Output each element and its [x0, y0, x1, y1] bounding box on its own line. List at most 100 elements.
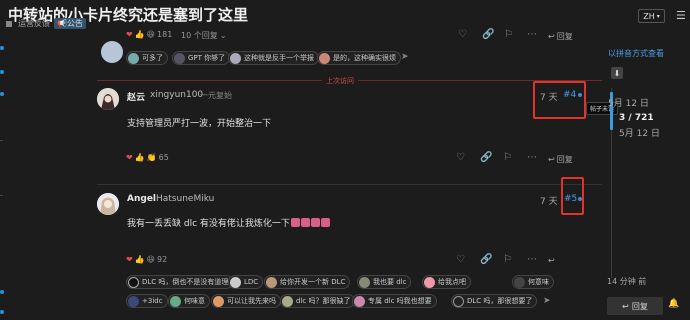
hamburger-menu-icon[interactable]: ☰: [676, 10, 688, 22]
reply-chip[interactable]: 何味意: [168, 294, 210, 308]
replies-count-label: 10 个回复: [181, 31, 218, 40]
reply-chip[interactable]: 何意味: [512, 275, 554, 289]
avatar: [174, 52, 185, 64]
download-icon[interactable]: ⬇: [611, 67, 623, 79]
reaction-summary[interactable]: ❤ 👍 😆 92: [126, 255, 167, 264]
avatar: [514, 276, 525, 288]
bookmark-icon[interactable]: ⚐: [504, 29, 513, 40]
avatar: [128, 52, 139, 64]
more-icon[interactable]: ⋯: [527, 254, 537, 265]
chevron-down-icon: ▾: [656, 12, 660, 20]
avatar: [230, 276, 241, 288]
breadcrumb-category[interactable]: 运营反馈: [18, 18, 50, 29]
send-icon[interactable]: ➤: [543, 296, 551, 306]
reply-chip-label: 可以让我先来吗: [227, 297, 276, 305]
notification-bell-icon[interactable]: 🔔: [668, 299, 682, 313]
reply-button[interactable]: ↩: [548, 256, 557, 265]
topic-header: 中转站的小卡片终究还是塞到了这里 运营反馈 📢公告 ZH ▾ ☰: [0, 0, 690, 34]
reply-chip[interactable]: LDC: [228, 275, 264, 289]
thumbs-up-icon: 👍: [134, 30, 145, 39]
avatar: [128, 276, 139, 288]
reply-chip[interactable]: DLC 吗，那很想要了: [451, 294, 538, 308]
reaction-summary[interactable]: ❤ 👍 😆 181: [126, 30, 172, 39]
sidebar-unread-dot: [0, 70, 4, 74]
avatar: [213, 295, 224, 307]
more-icon[interactable]: ⋯: [527, 29, 537, 40]
avatar: [359, 276, 370, 288]
post-time[interactable]: 7 天: [540, 194, 558, 207]
timeline-last-activity[interactable]: 14 分钟 前: [607, 276, 646, 287]
send-icon[interactable]: ➤: [401, 52, 409, 62]
link-icon[interactable]: 🔗: [480, 254, 492, 265]
chevron-down-icon: ⌄: [219, 31, 227, 40]
heart-outline-icon[interactable]: ♡: [456, 152, 465, 163]
breadcrumb-tag[interactable]: 📢公告: [54, 18, 86, 29]
topic-page: 中转站的小卡片终究还是塞到了这里 运营反馈 📢公告 ZH ▾ ☰ ❤ 👍 😆 1…: [0, 0, 690, 320]
heart-icon: ❤: [126, 30, 133, 39]
bookmark-icon[interactable]: ⚐: [503, 254, 512, 265]
timeline-position: 3 / 721: [619, 113, 654, 123]
post-username[interactable]: HatsuneMiku: [156, 194, 214, 204]
bookmark-icon[interactable]: ⚐: [503, 152, 512, 163]
link-icon[interactable]: 🔗: [482, 29, 494, 40]
language-label: ZH: [643, 11, 655, 21]
reply-chip[interactable]: 给我点吧: [422, 275, 471, 289]
post-body-text: 我有一丢丢缺 dlc 有没有佬让我炼化一下: [127, 219, 290, 229]
timeline-start-date[interactable]: 5月 12 日: [608, 96, 649, 109]
avatar: [266, 276, 277, 288]
reaction-count: 181: [157, 30, 173, 39]
reply-chip[interactable]: 给你开发一个新 DLC: [264, 275, 351, 289]
reply-chip[interactable]: +3idc: [126, 294, 168, 308]
avatar: [319, 52, 330, 64]
reply-button[interactable]: ↩ 回复: [548, 31, 573, 42]
reply-icon: ↩: [622, 301, 629, 311]
link-icon[interactable]: 🔗: [480, 152, 492, 163]
smile-icon: 😆: [146, 255, 156, 264]
heart-outline-icon[interactable]: ♡: [456, 254, 465, 265]
language-switcher[interactable]: ZH ▾: [638, 9, 665, 23]
avatar: [170, 295, 181, 307]
reaction-summary[interactable]: ❤ 👍 👏 65: [126, 153, 169, 162]
sidebar-unread-dot: [0, 46, 4, 50]
breadcrumb: 运营反馈 📢公告: [6, 18, 86, 29]
reply-chip-label: 给你开发一个新 DLC: [280, 278, 346, 286]
reply-chip[interactable]: GPT 你够了: [172, 51, 231, 65]
reply-chip[interactable]: 可以让我先来吗: [211, 294, 281, 308]
post-display-name[interactable]: 赵云: [127, 90, 145, 103]
reply-chip[interactable]: 我也要 dlc: [357, 275, 412, 289]
reply-chip[interactable]: 这种就是反手一个举报: [228, 51, 319, 65]
avatar-image: [97, 193, 119, 215]
heart-outline-icon[interactable]: ♡: [458, 29, 467, 40]
reply-label: 回复: [556, 155, 573, 164]
post-username[interactable]: xingyun100: [150, 90, 203, 100]
reply-chip-label: GPT 你够了: [188, 54, 226, 62]
emoji-icon: [290, 218, 300, 227]
avatar[interactable]: [97, 88, 119, 110]
clap-icon: 👏: [146, 153, 157, 162]
heart-icon: ❤: [126, 255, 133, 264]
reply-chip[interactable]: 专属 dlc 吗我也想要: [352, 294, 437, 308]
post-display-name[interactable]: Angel: [127, 194, 156, 204]
replies-toggle[interactable]: 10 个回复 ⌄: [181, 30, 226, 41]
reply-chip[interactable]: dlc 吗？那很缺了: [280, 294, 356, 308]
post-body: 我有一丢丢缺 dlc 有没有佬让我炼化一下: [127, 216, 330, 229]
reply-chip-label: 何意味: [528, 278, 549, 286]
reply-icon: ↩: [548, 32, 555, 41]
avatar[interactable]: [97, 193, 119, 215]
highlight-box: [561, 177, 584, 215]
reply-chip[interactable]: 可多了: [126, 51, 168, 65]
timeline-jump-link[interactable]: 以拼音方式查看: [608, 48, 664, 59]
avatar[interactable]: [101, 41, 123, 63]
reply-button[interactable]: ↩ 回复: [548, 154, 573, 165]
timeline-reply-button[interactable]: ↩ 回复: [607, 297, 663, 315]
reply-label: 回复: [631, 301, 648, 311]
megaphone-icon: 📢: [57, 19, 67, 28]
reply-chip[interactable]: DLC 吗，倒也不是没有道理: [126, 275, 234, 289]
smile-icon: 😆: [146, 30, 156, 39]
reaction-count: 92: [157, 255, 168, 264]
reply-chip-label: DLC 吗，倒也不是没有道理: [142, 278, 229, 286]
more-icon[interactable]: ⋯: [527, 152, 537, 163]
reply-chip-label: 何味意: [184, 297, 205, 305]
last-visit-label: 上次访问: [322, 76, 358, 86]
reply-chip[interactable]: 是的，这种确实很烦: [317, 51, 401, 65]
